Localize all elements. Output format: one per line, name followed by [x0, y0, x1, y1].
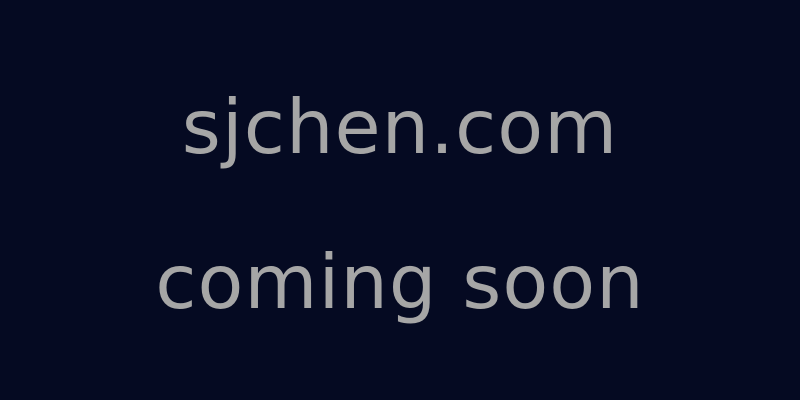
coming-soon-page: sjchen.com coming soon: [0, 0, 800, 400]
coming-soon-message: coming soon: [155, 238, 645, 326]
site-domain: sjchen.com: [181, 83, 619, 171]
